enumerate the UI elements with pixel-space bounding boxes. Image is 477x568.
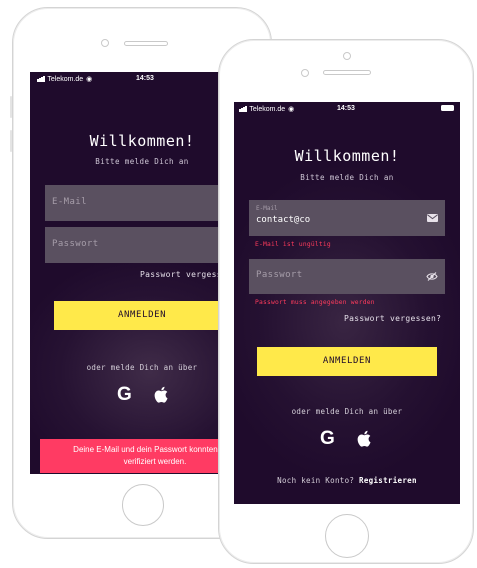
email-placeholder: E-Mail <box>52 197 87 207</box>
page-subtitle: Bitte melde Dich an <box>300 173 394 182</box>
phone-left-volume-button-2 <box>10 130 12 152</box>
status-time: 14:53 <box>136 75 154 82</box>
envelope-icon <box>427 214 438 222</box>
phone-left-home-button[interactable] <box>122 484 164 526</box>
email-error-message: E-Mail ist ungültig <box>255 241 331 248</box>
password-placeholder: Passwort <box>52 239 99 249</box>
screen-right: Telekom.de ◉ 14:53 Willkommen! Bitte meld… <box>234 102 460 504</box>
register-row: Noch kein Konto? Registrieren <box>234 476 460 485</box>
eye-slash-icon[interactable] <box>426 272 438 281</box>
phone-right: Telekom.de ◉ 14:53 Willkommen! Bitte meld… <box>218 39 474 564</box>
google-icon[interactable]: G <box>117 384 132 406</box>
battery-icon <box>441 105 454 111</box>
phone-right-speaker <box>323 70 371 75</box>
email-field-label: E-Mail <box>256 205 278 212</box>
status-time: 14:53 <box>337 105 355 112</box>
apple-icon[interactable] <box>357 430 371 447</box>
signal-icon <box>239 106 247 114</box>
carrier-label: Telekom.de <box>249 106 286 113</box>
email-input-value: contact@co <box>256 215 311 225</box>
phone-left-speaker <box>124 41 168 46</box>
google-icon[interactable]: G <box>320 428 335 450</box>
phone-right-home-button[interactable] <box>325 514 369 558</box>
wifi-icon: ◉ <box>288 106 295 113</box>
carrier-label: Telekom.de <box>47 76 84 83</box>
password-field[interactable]: Passwort <box>249 259 445 294</box>
password-error-message: Passwort muss angegeben werden <box>255 299 375 306</box>
password-placeholder: Passwort <box>256 270 303 280</box>
status-bar: Telekom.de ◉ 14:53 <box>234 102 460 116</box>
email-field[interactable]: E-Mail contact@co <box>249 200 445 236</box>
phone-left-volume-button <box>10 96 12 118</box>
register-prompt: Noch kein Konto? <box>277 476 355 485</box>
phone-left-camera <box>101 39 109 47</box>
signal-icon <box>37 76 45 84</box>
wifi-icon: ◉ <box>86 76 93 83</box>
phone-right-camera <box>343 52 351 60</box>
register-link[interactable]: Registrieren <box>359 476 417 485</box>
page-title: Willkommen! <box>294 147 400 165</box>
login-button[interactable]: ANMELDEN <box>257 347 437 376</box>
apple-icon[interactable] <box>154 386 168 403</box>
alt-login-label: oder melde Dich an über <box>291 407 403 416</box>
forgot-password-link[interactable]: Passwort vergessen? <box>344 314 441 323</box>
phone-right-front-camera <box>301 69 309 77</box>
